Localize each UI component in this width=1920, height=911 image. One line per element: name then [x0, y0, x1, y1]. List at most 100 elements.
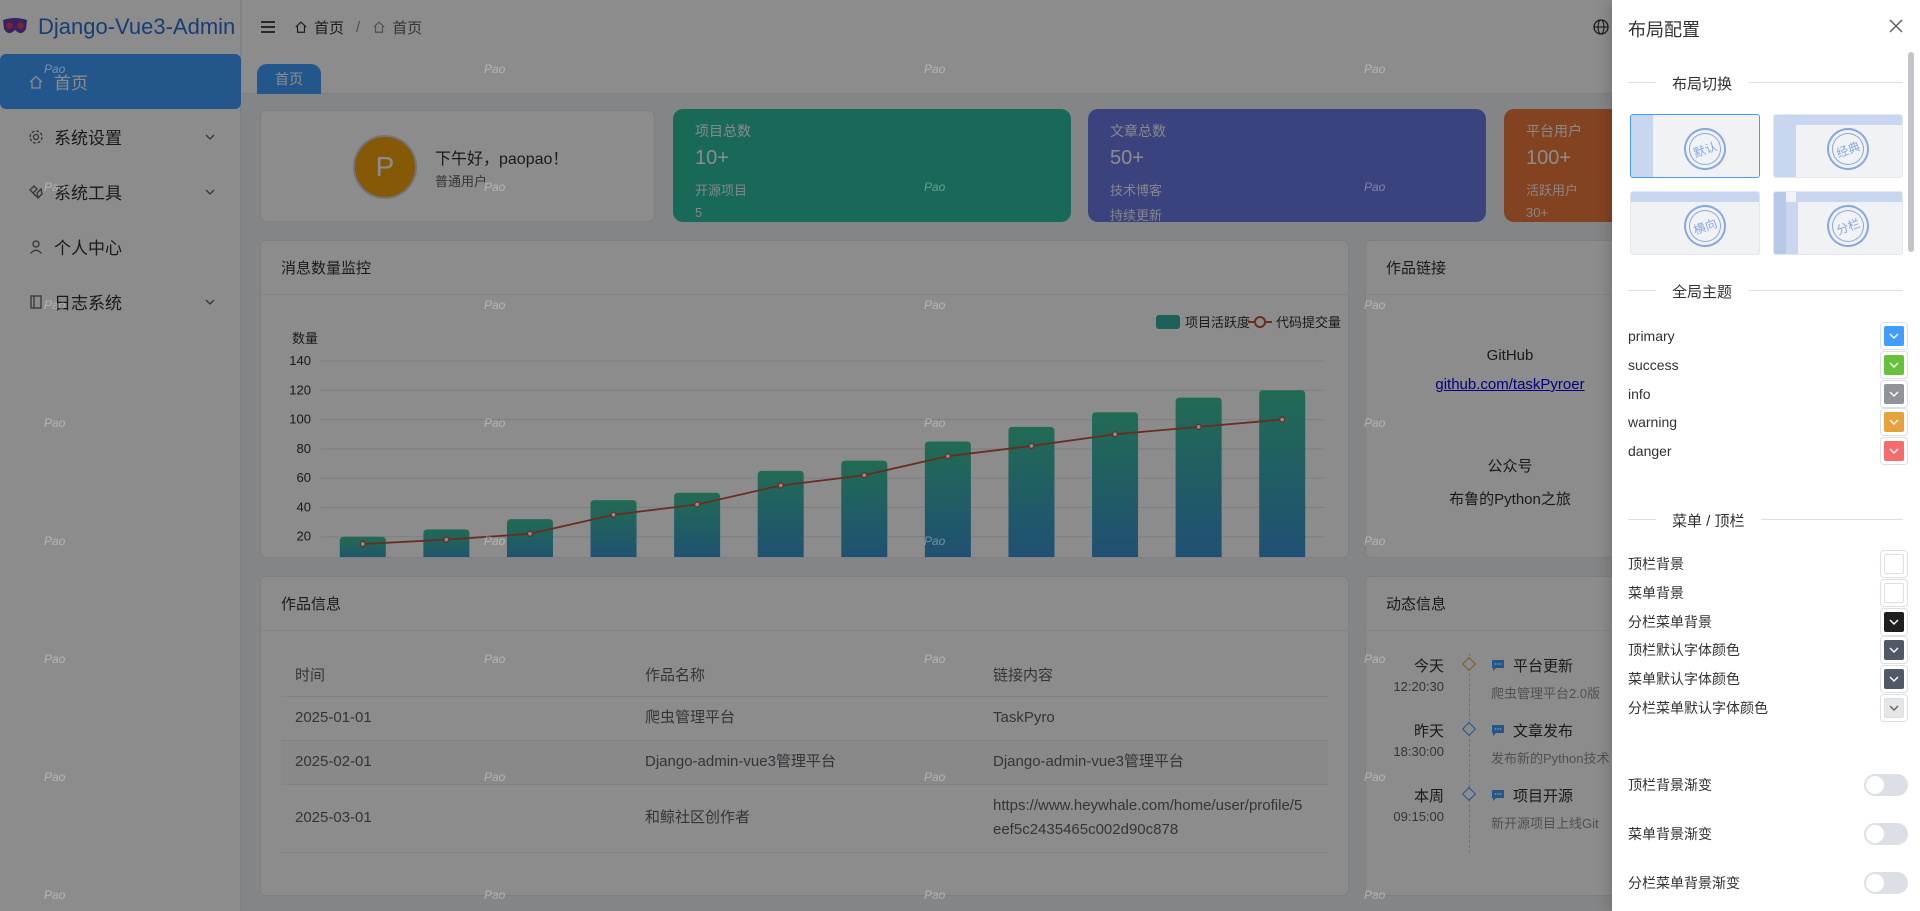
- chevron-down-icon: [1889, 647, 1899, 654]
- layout-label: 经典: [1821, 122, 1875, 176]
- watermark-text: Pao: [1364, 62, 1386, 76]
- layout-top-block: [1631, 192, 1759, 202]
- chevron-down-icon: [1889, 419, 1899, 426]
- watermark-text: Pao: [484, 534, 506, 548]
- color-swatch: [1884, 441, 1904, 462]
- color-option-row: 顶栏背景: [1628, 549, 1908, 579]
- color-swatch: [1884, 326, 1904, 346]
- layout-top-block: [1774, 115, 1902, 125]
- toggle-option-row: 分栏菜单背景渐变: [1628, 868, 1908, 898]
- toggle-switch[interactable]: [1864, 823, 1908, 845]
- watermark-text: Pao: [924, 298, 946, 312]
- color-picker[interactable]: [1880, 636, 1908, 665]
- color-picker[interactable]: [1880, 578, 1908, 607]
- layout-top-block: [1796, 192, 1902, 202]
- layout-option-columns[interactable]: 分栏: [1773, 191, 1903, 255]
- watermark-text: Pao: [924, 652, 946, 666]
- layout-config-drawer: 布局配置 布局切换 默认 经典 横向 分栏 全局主题 primary succes…: [1612, 0, 1920, 911]
- color-swatch: [1884, 640, 1904, 661]
- watermark-text: Pao: [924, 180, 946, 194]
- drawer-title: 布局配置: [1628, 20, 1700, 40]
- color-swatch: [1884, 611, 1904, 632]
- chevron-down-icon: [1889, 676, 1899, 683]
- chevron-down-icon: [1889, 333, 1899, 339]
- color-swatch: [1884, 412, 1904, 433]
- drawer-scrollbar[interactable]: [1908, 52, 1914, 252]
- toggle-switch[interactable]: [1864, 774, 1908, 796]
- watermark-text: Pao: [484, 416, 506, 430]
- chevron-down-icon: [1889, 448, 1899, 455]
- close-icon[interactable]: [1888, 18, 1904, 34]
- watermark-text: Pao: [484, 180, 506, 194]
- watermark-text: Pao: [924, 62, 946, 76]
- option-label: 顶栏背景: [1628, 556, 1684, 572]
- layout-label: 默认: [1678, 122, 1732, 176]
- layout-side-block: [1774, 192, 1786, 254]
- color-picker[interactable]: [1880, 607, 1908, 636]
- watermark-text: Pao: [1364, 534, 1386, 548]
- watermark-text: Pao: [1364, 416, 1386, 430]
- option-label: info: [1628, 385, 1651, 402]
- toggle-switch[interactable]: [1864, 872, 1908, 894]
- color-picker[interactable]: [1880, 408, 1908, 437]
- color-picker[interactable]: [1880, 322, 1908, 350]
- layout-option-classic[interactable]: 经典: [1773, 114, 1903, 178]
- option-label: 顶栏背景渐变: [1628, 777, 1712, 793]
- color-swatch: [1884, 354, 1904, 375]
- chevron-down-icon: [1889, 391, 1899, 397]
- color-option-row: 分栏菜单背景: [1628, 607, 1908, 637]
- layout-option-transverse[interactable]: 横向: [1630, 191, 1760, 255]
- chevron-down-icon: [1889, 705, 1899, 711]
- layout-side-block: [1631, 115, 1653, 177]
- toggle-option-row: 菜单背景渐变: [1628, 819, 1908, 849]
- section-title: 布局切换: [1656, 73, 1749, 94]
- section-title: 全局主题: [1656, 281, 1749, 302]
- color-picker[interactable]: [1880, 665, 1908, 694]
- color-picker[interactable]: [1880, 694, 1908, 722]
- option-label: 分栏菜单背景渐变: [1628, 875, 1740, 891]
- watermark-text: Pao: [44, 298, 66, 312]
- option-label: primary: [1628, 328, 1675, 344]
- watermark-text: Pao: [44, 62, 66, 76]
- color-picker[interactable]: [1880, 350, 1908, 379]
- section-divider: 菜单 / 顶栏: [1628, 510, 1903, 531]
- watermark-text: Pao: [44, 770, 66, 784]
- watermark-text: Pao: [484, 298, 506, 312]
- option-label: 菜单背景渐变: [1628, 826, 1712, 842]
- section-title: 菜单 / 顶栏: [1656, 510, 1761, 531]
- watermark-text: Pao: [1364, 298, 1386, 312]
- color-option-row: 顶栏默认字体颜色: [1628, 635, 1908, 665]
- option-label: 菜单背景: [1628, 584, 1684, 601]
- watermark-text: Pao: [924, 416, 946, 430]
- watermark-text: Pao: [44, 534, 66, 548]
- watermark-text: Pao: [1364, 180, 1386, 194]
- watermark-text: Pao: [1364, 888, 1386, 902]
- watermark-text: Pao: [924, 770, 946, 784]
- toggle-option-row: 顶栏背景渐变: [1628, 770, 1908, 800]
- layout-side-block: [1786, 202, 1798, 254]
- watermark-text: Pao: [44, 180, 66, 194]
- color-picker[interactable]: [1880, 437, 1908, 466]
- color-option-row: info: [1628, 379, 1908, 409]
- watermark-text: Pao: [44, 888, 66, 902]
- color-picker[interactable]: [1880, 379, 1908, 408]
- color-swatch: [1884, 554, 1904, 574]
- layout-label: 分栏: [1821, 199, 1875, 253]
- color-swatch: [1884, 669, 1904, 690]
- layout-option-default[interactable]: 默认: [1630, 114, 1760, 178]
- color-option-row: success: [1628, 350, 1908, 380]
- chevron-down-icon: [1889, 362, 1899, 368]
- color-swatch: [1884, 698, 1904, 718]
- color-option-row: danger: [1628, 436, 1908, 466]
- color-picker[interactable]: [1880, 550, 1908, 578]
- option-label: success: [1628, 356, 1679, 373]
- option-label: 分栏菜单默认字体颜色: [1628, 700, 1768, 716]
- watermark-text: Pao: [484, 770, 506, 784]
- layout-label: 横向: [1678, 199, 1732, 253]
- option-label: 顶栏默认字体颜色: [1628, 642, 1740, 659]
- watermark-text: Pao: [484, 888, 506, 902]
- color-option-row: warning: [1628, 407, 1908, 437]
- watermark-text: Pao: [1364, 770, 1386, 784]
- watermark-text: Pao: [484, 652, 506, 666]
- section-divider: 全局主题: [1628, 281, 1903, 302]
